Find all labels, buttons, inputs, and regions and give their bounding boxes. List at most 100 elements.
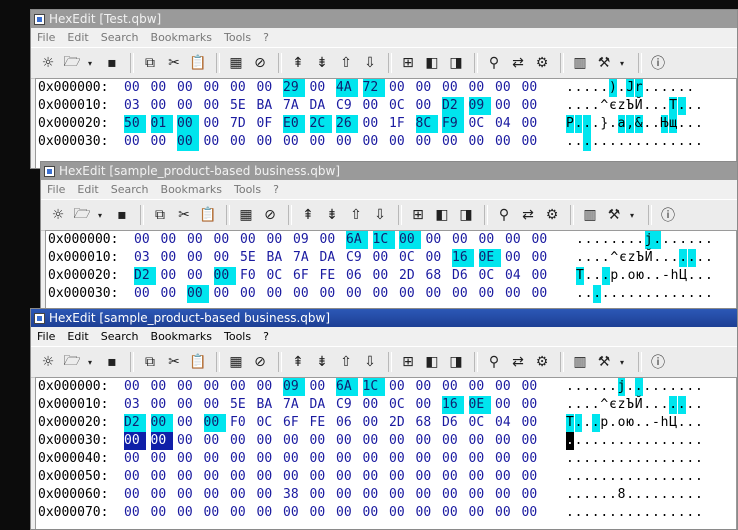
hex-byte[interactable]: F0	[230, 414, 252, 432]
hex-byte[interactable]: 16	[452, 249, 474, 267]
ascii-char[interactable]: .	[645, 267, 653, 285]
hex-byte[interactable]: 00	[310, 79, 332, 97]
ascii-char[interactable]: .	[575, 504, 583, 522]
about-icon[interactable]: ⓘ	[657, 204, 679, 226]
dropdown-icon[interactable]: ▾	[95, 204, 105, 226]
menu-file[interactable]: File	[31, 31, 61, 44]
ascii-char[interactable]: .	[575, 468, 583, 486]
ascii-char[interactable]: .	[602, 285, 610, 303]
ascii-char[interactable]: .	[652, 79, 660, 97]
hex-byte[interactable]: 00	[522, 79, 544, 97]
ascii-char[interactable]: Й	[635, 97, 643, 115]
ascii-char[interactable]: .	[643, 79, 651, 97]
hex-byte[interactable]: 50	[124, 115, 146, 133]
hex-view[interactable]: 0x000000: 00 00 00 00 00 00 29 00 4A 72 00 00 00 00 00 0…	[35, 78, 737, 168]
hex-byte[interactable]: 00	[495, 79, 517, 97]
hex-byte[interactable]: 0C	[267, 267, 289, 285]
hex-byte[interactable]: 00	[257, 79, 279, 97]
hex-byte[interactable]: 00	[389, 504, 411, 522]
ascii-char[interactable]: .	[609, 468, 617, 486]
hex-byte[interactable]: 04	[495, 115, 517, 133]
hex-byte[interactable]: 00	[214, 249, 236, 267]
ascii-char[interactable]: .	[583, 432, 591, 450]
delete-icon[interactable]: ⊘	[249, 52, 271, 74]
hex-byte[interactable]: 0C	[479, 267, 501, 285]
hex-byte[interactable]: 00	[310, 432, 332, 450]
ascii-char[interactable]: .	[602, 231, 610, 249]
ascii-char[interactable]: .	[678, 468, 686, 486]
ascii-char[interactable]: .	[705, 267, 713, 285]
hex-byte[interactable]: 7A	[283, 396, 305, 414]
ascii-char[interactable]: .	[643, 97, 651, 115]
hex-byte[interactable]: D2	[134, 267, 156, 285]
copy-icon[interactable]: ⧉	[139, 52, 161, 74]
hex-byte[interactable]: 00	[240, 231, 262, 249]
ascii-char[interactable]: .	[635, 432, 643, 450]
hex-byte[interactable]: 00	[150, 432, 173, 450]
hex-byte[interactable]: 00	[124, 468, 146, 486]
hex-byte[interactable]: 00	[416, 133, 438, 151]
copy-icon[interactable]: ⧉	[139, 351, 161, 373]
hex-byte[interactable]: 00	[240, 285, 262, 303]
about-icon[interactable]: ⓘ	[647, 351, 669, 373]
ascii-char[interactable]: .	[652, 115, 660, 133]
ascii-char[interactable]: .	[662, 249, 670, 267]
hex-byte[interactable]: 00	[177, 133, 199, 151]
menu-file[interactable]: File	[41, 183, 71, 196]
replace-icon[interactable]: ⇄	[517, 204, 539, 226]
ascii-char[interactable]: Ъ	[626, 396, 634, 414]
ascii-char[interactable]: .	[575, 97, 583, 115]
hex-byte[interactable]: 00	[442, 378, 464, 396]
ascii-char[interactable]: .	[643, 133, 651, 151]
hex-byte[interactable]: 00	[203, 414, 226, 432]
hex-byte[interactable]: 00	[310, 486, 332, 504]
insert-icon[interactable]: ▦	[235, 204, 257, 226]
hex-byte[interactable]: 00	[177, 486, 199, 504]
ascii-char[interactable]: .	[609, 450, 617, 468]
hex-byte[interactable]: 6F	[293, 267, 315, 285]
insert-icon[interactable]: ▦	[225, 351, 247, 373]
ascii-char[interactable]: .	[695, 97, 703, 115]
hex-byte[interactable]: 38	[283, 486, 305, 504]
hex-byte[interactable]: 00	[399, 285, 421, 303]
ascii-char[interactable]: .	[669, 133, 677, 151]
properties-icon[interactable]: ▥	[569, 351, 591, 373]
hex-byte[interactable]: BA	[267, 249, 289, 267]
ascii-char[interactable]: .	[585, 231, 593, 249]
settings-dropdown-icon[interactable]: ▾	[617, 52, 627, 74]
ascii-char[interactable]: .	[626, 468, 634, 486]
ascii-char[interactable]: .	[645, 285, 653, 303]
ascii-char[interactable]: .	[609, 486, 617, 504]
ascii-char[interactable]: .	[678, 432, 686, 450]
ascii-char[interactable]: .	[696, 249, 704, 267]
ascii-char[interactable]: .	[592, 79, 600, 97]
hex-byte[interactable]: 00	[336, 504, 358, 522]
ascii-char[interactable]: .	[643, 115, 651, 133]
ascii-char[interactable]: .	[593, 267, 601, 285]
hex-byte[interactable]: 00	[204, 432, 226, 450]
ascii-char[interactable]: .	[566, 450, 574, 468]
ascii-char[interactable]: .	[591, 414, 600, 432]
hex-byte[interactable]: 06	[346, 267, 368, 285]
ascii-char[interactable]: .	[669, 378, 677, 396]
ascii-char[interactable]: .	[695, 133, 703, 151]
ascii-char[interactable]: T	[566, 414, 574, 432]
menu-edit[interactable]: Edit	[61, 330, 94, 343]
hex-byte[interactable]: 00	[161, 285, 183, 303]
bookmark-add-icon[interactable]: ⊞	[397, 52, 419, 74]
hex-byte[interactable]: 00	[495, 378, 517, 396]
hex-byte[interactable]: 00	[151, 468, 173, 486]
hex-byte[interactable]: DA	[310, 97, 332, 115]
hex-byte[interactable]: 00	[257, 378, 279, 396]
hex-byte[interactable]: 00	[213, 267, 236, 285]
page-down-icon[interactable]: ⇟	[321, 204, 343, 226]
hex-byte[interactable]: 1F	[389, 115, 411, 133]
hex-byte[interactable]: 00	[479, 285, 501, 303]
ascii-char[interactable]: .	[635, 504, 643, 522]
hex-byte[interactable]: 00	[283, 504, 305, 522]
hex-byte[interactable]: 00	[204, 396, 226, 414]
hex-byte[interactable]: 00	[336, 486, 358, 504]
options-icon[interactable]: ⚙	[541, 204, 563, 226]
ascii-char[interactable]: .	[688, 267, 696, 285]
hex-byte[interactable]: D6	[452, 267, 474, 285]
